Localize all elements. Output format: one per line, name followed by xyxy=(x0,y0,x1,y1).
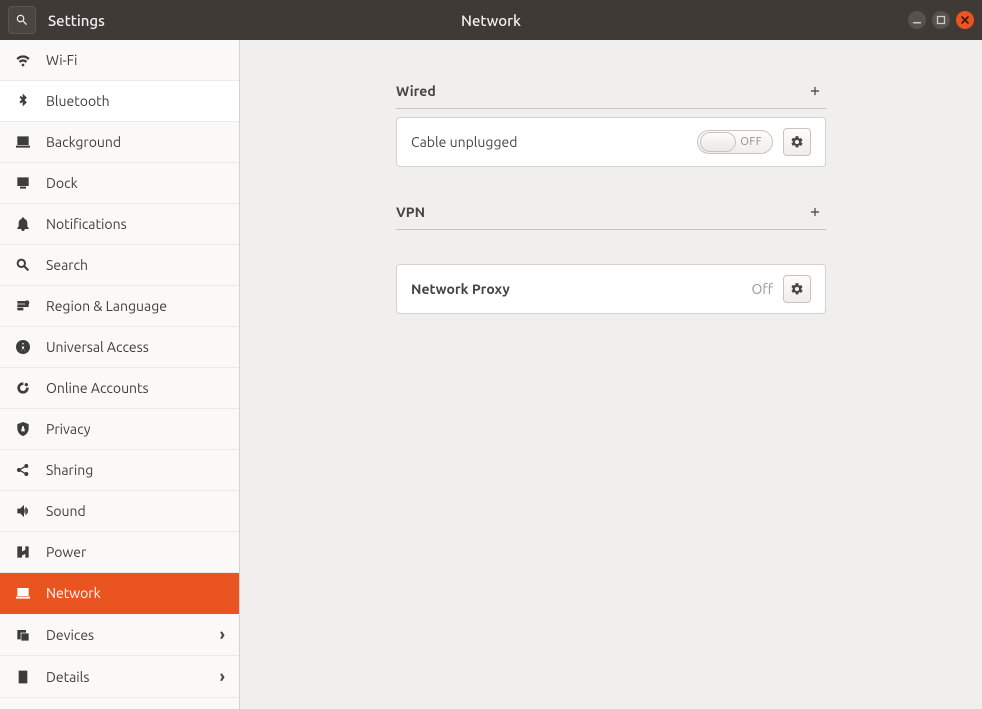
power-icon xyxy=(14,543,32,561)
sidebar-item-dock[interactable]: Dock xyxy=(0,163,239,204)
sidebar-item-label: Power xyxy=(46,544,225,560)
devices-icon xyxy=(14,626,32,644)
sidebar-title: Settings xyxy=(48,12,238,29)
share-icon xyxy=(14,461,32,479)
minimize-button[interactable] xyxy=(908,11,926,29)
sidebar-item-online-accounts[interactable]: Online Accounts xyxy=(0,368,239,409)
sidebar-item-label: Region & Language xyxy=(46,298,225,314)
sidebar-item-wi-fi[interactable]: Wi-Fi xyxy=(0,40,239,81)
sidebar-item-bluetooth[interactable]: Bluetooth xyxy=(0,81,239,122)
proxy-title: Network Proxy xyxy=(411,281,510,297)
sidebar-item-label: Devices xyxy=(46,627,206,643)
wifi-icon xyxy=(14,51,32,69)
sidebar-item-label: Search xyxy=(46,257,225,273)
region-icon xyxy=(14,297,32,315)
main-content: Wired Cable unplugged OFF xyxy=(240,40,982,709)
window-controls xyxy=(908,11,974,29)
toggle-knob xyxy=(700,132,736,152)
sidebar-item-sound[interactable]: Sound xyxy=(0,491,239,532)
sound-icon xyxy=(14,502,32,520)
sidebar-item-label: Notifications xyxy=(46,216,225,232)
wired-section: Wired Cable unplugged OFF xyxy=(396,80,826,167)
page-title: Network xyxy=(461,12,521,29)
proxy-status: Off xyxy=(751,281,773,297)
plus-icon xyxy=(808,205,822,219)
sidebar-item-search[interactable]: Search xyxy=(0,245,239,286)
sidebar-item-label: Dock xyxy=(46,175,225,191)
sidebar-item-label: Details xyxy=(46,669,206,685)
search-button[interactable] xyxy=(8,6,36,34)
accounts-icon xyxy=(14,379,32,397)
sidebar-item-devices[interactable]: Devices › xyxy=(0,614,239,656)
chevron-right-icon: › xyxy=(220,667,225,686)
bell-icon xyxy=(14,215,32,233)
chevron-right-icon: › xyxy=(220,625,225,644)
search-icon xyxy=(14,256,32,274)
gear-icon xyxy=(790,135,804,149)
sidebar-item-background[interactable]: Background xyxy=(0,122,239,163)
sidebar-item-label: Wi-Fi xyxy=(46,52,225,68)
sidebar-item-label: Universal Access xyxy=(46,339,225,355)
privacy-icon xyxy=(14,420,32,438)
details-icon xyxy=(14,668,32,686)
plus-icon xyxy=(808,84,822,98)
wired-connection-row: Cable unplugged OFF xyxy=(396,117,826,167)
sidebar-item-sharing[interactable]: Sharing xyxy=(0,450,239,491)
gear-icon xyxy=(790,282,804,296)
toggle-label: OFF xyxy=(740,136,762,148)
wired-add-button[interactable] xyxy=(804,80,826,102)
sidebar-item-notifications[interactable]: Notifications xyxy=(0,204,239,245)
network-icon xyxy=(14,584,32,602)
bluetooth-icon xyxy=(14,92,32,110)
dock-icon xyxy=(14,174,32,192)
accessibility-icon xyxy=(14,338,32,356)
search-icon xyxy=(15,13,29,27)
minimize-icon xyxy=(912,15,922,25)
sidebar-item-power[interactable]: Power xyxy=(0,532,239,573)
sidebar-item-label: Bluetooth xyxy=(46,93,225,109)
sidebar-item-label: Background xyxy=(46,134,225,150)
wired-settings-button[interactable] xyxy=(783,128,811,156)
sidebar-item-label: Online Accounts xyxy=(46,380,225,396)
wired-status-label: Cable unplugged xyxy=(411,134,517,150)
sidebar-item-details[interactable]: Details › xyxy=(0,656,239,698)
sidebar-item-label: Privacy xyxy=(46,421,225,437)
sidebar-item-label: Network xyxy=(46,585,225,601)
sidebar-item-label: Sharing xyxy=(46,462,225,478)
close-button[interactable] xyxy=(956,11,974,29)
vpn-section: VPN xyxy=(396,201,826,230)
maximize-icon xyxy=(936,15,946,25)
vpn-section-header: VPN xyxy=(396,201,826,230)
sidebar: Wi-Fi Bluetooth Background Dock Notification… xyxy=(0,40,240,709)
titlebar: Settings Network xyxy=(0,0,982,40)
sidebar-item-region-language[interactable]: Region & Language xyxy=(0,286,239,327)
wired-toggle[interactable]: OFF xyxy=(697,130,773,154)
vpn-add-button[interactable] xyxy=(804,201,826,223)
vpn-section-title: VPN xyxy=(396,204,425,220)
proxy-section: Network Proxy Off xyxy=(396,264,826,314)
sidebar-item-label: Sound xyxy=(46,503,225,519)
maximize-button[interactable] xyxy=(932,11,950,29)
monitor-icon xyxy=(14,133,32,151)
sidebar-item-universal-access[interactable]: Universal Access xyxy=(0,327,239,368)
network-proxy-row: Network Proxy Off xyxy=(396,264,826,314)
sidebar-item-network[interactable]: Network xyxy=(0,573,239,614)
sidebar-item-privacy[interactable]: Privacy xyxy=(0,409,239,450)
wired-section-header: Wired xyxy=(396,80,826,109)
proxy-settings-button[interactable] xyxy=(783,275,811,303)
close-icon xyxy=(960,15,970,25)
wired-section-title: Wired xyxy=(396,83,436,99)
